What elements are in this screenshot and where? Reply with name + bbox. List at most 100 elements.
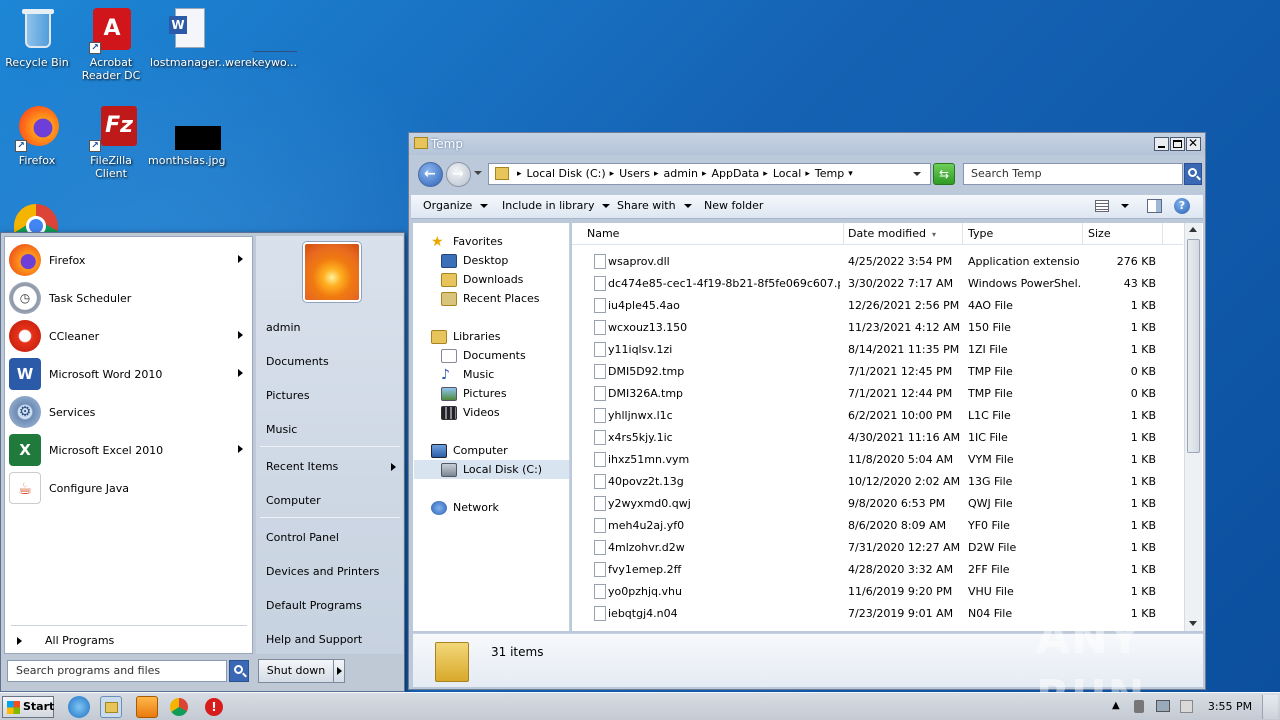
search-input[interactable]: Search Temp [963,163,1183,185]
nav-documents[interactable]: Documents [441,346,526,365]
program-firefox[interactable]: Firefox [9,242,249,278]
place-control-panel[interactable]: Control Panel [266,527,396,549]
breadcrumb-temp[interactable]: Temp [815,164,844,184]
nav-favorites[interactable]: ★ Favorites [431,232,503,251]
table-row[interactable]: y2wyxmd0.qwj 9/8/2020 6:53 PM QWJ File 1 KB [572,493,1183,515]
desktop-icon-monthslas[interactable]: monthslas.jpg [148,104,225,167]
nav-recent-places[interactable]: Recent Places [441,289,540,308]
help-icon[interactable]: ? [1174,198,1190,214]
view-options-icon[interactable] [1095,200,1109,212]
breadcrumb-local-disk[interactable]: Local Disk (C:) [527,164,606,184]
table-row[interactable]: ihxz51mn.vym 11/8/2020 5:04 AM VYM File 1 K… [572,449,1183,471]
nav-videos[interactable]: Videos [441,403,500,422]
action-center-icon[interactable] [1180,700,1193,713]
minimize-button[interactable] [1154,137,1169,151]
table-row[interactable]: dc474e85-cec1-4f19-8b21-8f5fe069c607.ps1… [572,273,1183,295]
shutdown-options-button[interactable] [333,659,345,683]
column-size[interactable]: Size [1083,223,1163,245]
program-configure-java[interactable]: ☕ Configure Java [9,470,249,506]
close-button[interactable]: ✕ [1186,136,1201,151]
desktop-icon-werekeywo[interactable]: werekeywo... [224,6,298,69]
breadcrumb-users[interactable]: Users [619,164,650,184]
all-programs[interactable]: All Programs [13,631,253,651]
new-folder-button[interactable]: New folder [704,195,763,217]
speaker-icon[interactable] [1134,700,1144,713]
title-bar[interactable]: Temp ✕ [409,133,1205,155]
place-default-programs[interactable]: Default Programs [266,595,396,617]
table-row[interactable]: fvy1emep.2ff 4/28/2020 3:32 AM 2FF File 1 K… [572,559,1183,581]
table-row[interactable]: DMI326A.tmp 7/1/2021 12:44 PM TMP File 0 KB [572,383,1183,405]
refresh-icon[interactable]: ⇆ [933,163,955,185]
start-search-input[interactable]: Search programs and files [7,660,227,682]
vertical-scrollbar[interactable] [1184,223,1202,631]
search-icon[interactable] [1184,163,1202,185]
forward-button[interactable]: → [446,162,471,187]
desktop-icon-firefox[interactable]: ↗ Firefox [0,104,74,167]
media-player-icon[interactable] [136,696,158,718]
table-row[interactable]: iu4ple45.4ao 12/26/2021 2:56 PM 4AO File 1 … [572,295,1183,317]
program-excel[interactable]: X Microsoft Excel 2010 [9,432,249,468]
scroll-up-icon[interactable] [1189,227,1197,232]
nav-local-disk[interactable]: Local Disk (C:) [414,460,569,479]
start-button[interactable]: Start [2,696,54,718]
table-row[interactable]: yo0pzhjq.vhu 11/6/2019 9:20 PM VHU File 1 K… [572,581,1183,603]
preview-pane-icon[interactable] [1147,199,1162,213]
address-dropdown-icon[interactable] [913,172,921,176]
search-icon[interactable] [229,660,249,682]
nav-libraries[interactable]: Libraries [431,327,501,346]
table-row[interactable]: 40povz2t.13g 10/12/2020 2:02 AM 13G File 1 … [572,471,1183,493]
nav-computer[interactable]: Computer [431,441,508,460]
internet-explorer-icon[interactable] [68,696,90,718]
place-music[interactable]: Music [266,419,396,441]
shutdown-button[interactable]: Shut down [258,659,334,683]
chrome-icon[interactable] [170,698,188,716]
column-type[interactable]: Type [963,223,1083,245]
nav-pictures[interactable]: Pictures [441,384,507,403]
breadcrumb-appdata[interactable]: AppData [712,164,760,184]
table-row[interactable]: DMI5D92.tmp 7/1/2021 12:45 PM TMP File 0 KB [572,361,1183,383]
show-hidden-icons-icon[interactable]: ▲ [1112,700,1120,711]
file-explorer-icon[interactable] [100,696,122,718]
column-name[interactable]: Name [582,223,844,245]
program-word[interactable]: W Microsoft Word 2010 [9,356,249,392]
network-status-icon[interactable] [1156,700,1170,712]
program-ccleaner[interactable]: CCleaner [9,318,249,354]
desktop-icon-filezilla[interactable]: Fz ↗ FileZilla Client [74,104,148,180]
chevron-down-icon[interactable] [1121,204,1129,208]
table-row[interactable]: meh4u2aj.yf0 8/6/2020 8:09 AM YF0 File 1 KB [572,515,1183,537]
include-in-library-button[interactable]: Include in library [502,195,611,217]
nav-music[interactable]: ♪ Music [441,365,494,384]
place-recent-items[interactable]: Recent Items [266,456,396,478]
table-row[interactable]: x4rs5kjy.1ic 4/30/2021 11:16 AM 1IC File 1 … [572,427,1183,449]
table-row[interactable]: wsaprov.dll 4/25/2022 3:54 PM Application … [572,251,1183,273]
opera-icon[interactable]: ! [205,698,223,716]
program-task-scheduler[interactable]: ◷ Task Scheduler [9,280,249,316]
share-with-button[interactable]: Share with [617,195,692,217]
organize-button[interactable]: Organize [423,195,489,217]
address-bar[interactable]: ▸ Local Disk (C:) ▸ Users ▸ admin ▸ AppData… [488,163,931,185]
desktop-icon-lostmanager[interactable]: W lostmanager... [150,6,229,69]
table-row[interactable]: yhlljnwx.l1c 6/2/2021 10:00 PM L1C File 1 K… [572,405,1183,427]
back-button[interactable]: ← [418,162,443,187]
place-admin[interactable]: admin [266,317,396,339]
clock[interactable]: 3:55 PM [1200,693,1260,720]
column-date-modified[interactable]: Date modified ▾ [843,223,963,245]
place-devices-printers[interactable]: Devices and Printers [266,561,396,583]
breadcrumb-admin[interactable]: admin [664,164,698,184]
place-documents[interactable]: Documents [266,351,396,373]
maximize-button[interactable] [1170,137,1185,151]
recent-pages-dropdown-icon[interactable] [474,171,482,175]
place-help-support[interactable]: Help and Support [266,629,396,651]
place-computer[interactable]: Computer [266,490,396,512]
nav-downloads[interactable]: Downloads [441,270,523,289]
nav-desktop[interactable]: Desktop [441,251,508,270]
nav-network[interactable]: Network [431,498,499,517]
user-picture[interactable] [303,242,361,302]
place-pictures[interactable]: Pictures [266,385,396,407]
scrollbar-thumb[interactable] [1187,239,1200,453]
table-row[interactable]: 4mlzohvr.d2w 7/31/2020 12:27 AM D2W File 1 … [572,537,1183,559]
desktop-icon-acrobat[interactable]: A ↗ Acrobat Reader DC [74,6,148,82]
table-row[interactable]: wcxouz13.150 11/23/2021 4:12 AM 150 File 1 … [572,317,1183,339]
breadcrumb-local[interactable]: Local [773,164,802,184]
show-desktop-button[interactable] [1262,695,1278,719]
